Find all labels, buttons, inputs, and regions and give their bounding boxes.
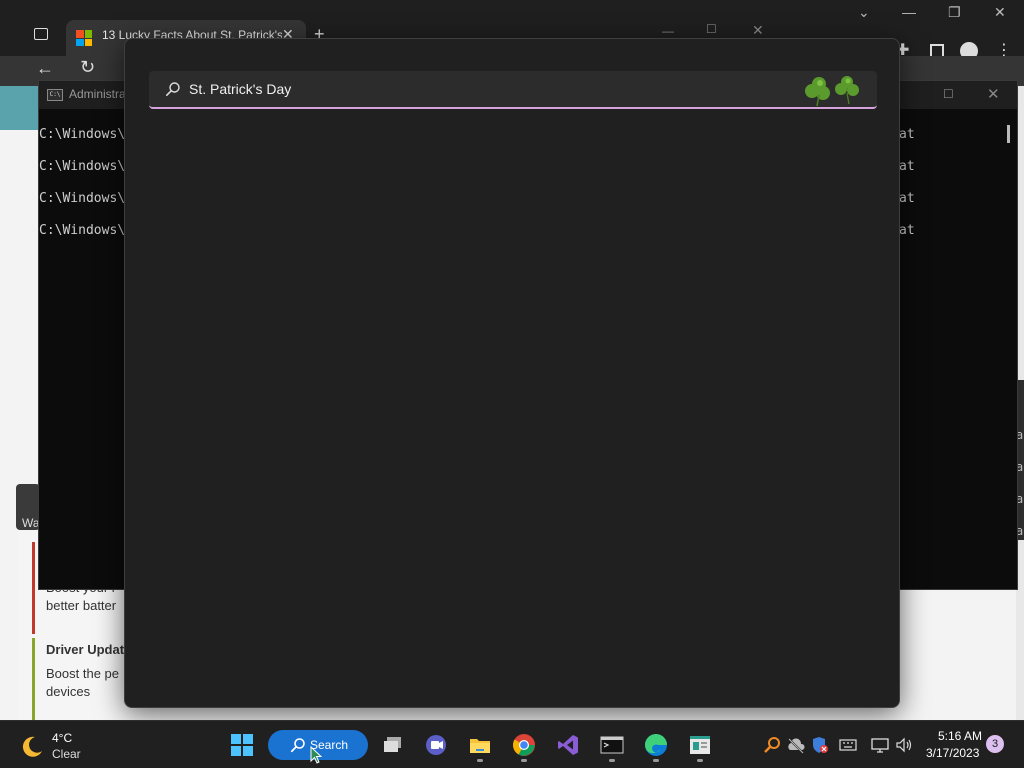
clock-date[interactable]: 3/17/2023	[926, 746, 979, 760]
cmd-line: C:\Windows\	[39, 191, 126, 206]
search-icon	[290, 738, 305, 753]
shamrock-icon	[805, 76, 859, 107]
cmd-line-end: at	[899, 159, 915, 174]
cmd-line-end: at	[899, 223, 915, 238]
running-indicator	[521, 759, 527, 762]
notification-text: Boost the pe	[46, 666, 119, 681]
folder-icon	[470, 739, 490, 753]
microsoft-logo-icon	[76, 30, 92, 46]
visual-studio-icon	[558, 735, 578, 755]
cmd-icon: C:\	[47, 89, 63, 101]
back-arrow-icon[interactable]: ←	[36, 58, 54, 79]
page-banner	[0, 86, 38, 130]
tray-search-icon[interactable]	[762, 735, 782, 755]
notification-accent	[32, 542, 35, 634]
chevron-down-icon[interactable]: ⌄	[858, 4, 870, 21]
search-box[interactable]	[149, 71, 877, 109]
close-icon[interactable]: ✕	[987, 85, 1000, 103]
chrome-button[interactable]	[510, 731, 538, 759]
cmd-line: C:\Windows\	[39, 127, 126, 142]
start-button[interactable]	[228, 731, 256, 759]
search-input[interactable]	[189, 75, 789, 103]
windows-logo-icon	[231, 734, 253, 756]
cmd-line-end: at	[899, 191, 915, 206]
window-restore-icon[interactable]: ❐	[948, 4, 961, 21]
taskbar: 4°C Clear 5:16 AM 3/17/2023 3	[0, 720, 1024, 768]
maximize-icon[interactable]: ☐	[943, 87, 954, 101]
onedrive-offline-icon[interactable]	[786, 735, 806, 755]
window-minimize-icon[interactable]: —	[902, 4, 916, 20]
maximize-icon[interactable]: ☐	[706, 22, 717, 36]
terminal-icon	[600, 736, 624, 754]
edge-icon	[644, 734, 667, 756]
tab-actions-icon[interactable]	[34, 28, 48, 40]
windows-search-panel	[124, 38, 900, 708]
notification-title[interactable]: Driver Updat	[46, 642, 124, 657]
task-view-icon	[384, 737, 401, 752]
weather-temperature: 4°C	[52, 731, 73, 745]
network-icon[interactable]	[870, 735, 890, 755]
close-icon[interactable]: ✕	[752, 22, 764, 39]
moon-icon	[22, 736, 42, 757]
running-indicator	[609, 759, 615, 762]
teams-icon	[426, 735, 446, 755]
notification-text: better batter	[46, 598, 117, 613]
edge-button[interactable]	[642, 731, 670, 759]
refresh-icon[interactable]: ↻	[80, 57, 95, 78]
command-prompt-button[interactable]	[598, 731, 626, 759]
teams-button[interactable]	[422, 731, 450, 759]
defender-warning-icon[interactable]	[810, 735, 830, 755]
weather-widget[interactable]: 4°C Clear	[20, 731, 90, 763]
running-indicator	[653, 759, 659, 762]
visual-studio-button[interactable]	[554, 731, 582, 759]
app-button[interactable]	[686, 731, 714, 759]
cmd-line-end: at	[899, 127, 915, 142]
notification-text: devices	[46, 684, 91, 699]
cmd-line: C:\Windows\	[39, 159, 126, 174]
minimize-icon[interactable]: —	[662, 24, 674, 38]
mouse-cursor-icon	[310, 746, 322, 764]
file-explorer-button[interactable]	[466, 731, 494, 759]
window-close-icon[interactable]: ✕	[994, 4, 1006, 21]
notification-badge[interactable]: 3	[986, 735, 1004, 753]
app-icon	[690, 736, 710, 754]
cmd-line: C:\Windows\	[39, 223, 126, 238]
notification-accent	[32, 638, 35, 720]
chrome-icon	[513, 734, 535, 756]
keyboard-icon[interactable]	[838, 735, 858, 755]
clock-time[interactable]: 5:16 AM	[938, 729, 982, 743]
cmd-scrollbar[interactable]	[1007, 125, 1010, 143]
running-indicator	[477, 759, 483, 762]
search-icon	[165, 82, 180, 96]
volume-icon[interactable]	[894, 735, 914, 755]
weather-condition: Clear	[52, 747, 81, 761]
running-indicator	[697, 759, 703, 762]
widget-label: Wa	[22, 516, 40, 530]
task-view-button[interactable]	[379, 731, 407, 759]
